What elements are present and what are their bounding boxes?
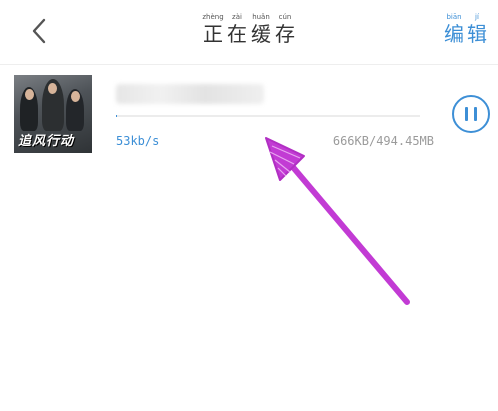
edit-char: jí 辑 [467,13,487,46]
poster-title: 追风行动 [18,134,75,149]
pause-icon-bar [474,107,477,121]
edit-char: biān 编 [444,13,464,46]
title-char: zhèng 正 [202,13,224,46]
title-char: zài 在 [227,13,247,46]
page-title: zhèng 正 zài 在 huǎn 缓 cún 存 [0,13,498,46]
blurred-video-title [116,84,264,104]
pause-icon-bar [465,107,468,121]
edit-button[interactable]: biān 编 jí 辑 [443,13,488,46]
download-speed: 53kb/s [116,134,160,148]
title-char: cún 存 [275,13,295,46]
pause-button[interactable] [452,95,490,133]
title-char: huǎn 缓 [251,13,271,46]
download-progress-bar [116,115,420,117]
download-item[interactable]: 追风行动 53kb/s 666KB/494.45MB [0,64,498,164]
download-size: 666KB/494.45MB [332,134,434,148]
top-bar: zhèng 正 zài 在 huǎn 缓 cún 存 biān 编 jí 辑 [0,0,498,65]
video-thumbnail: 追风行动 [14,75,92,153]
